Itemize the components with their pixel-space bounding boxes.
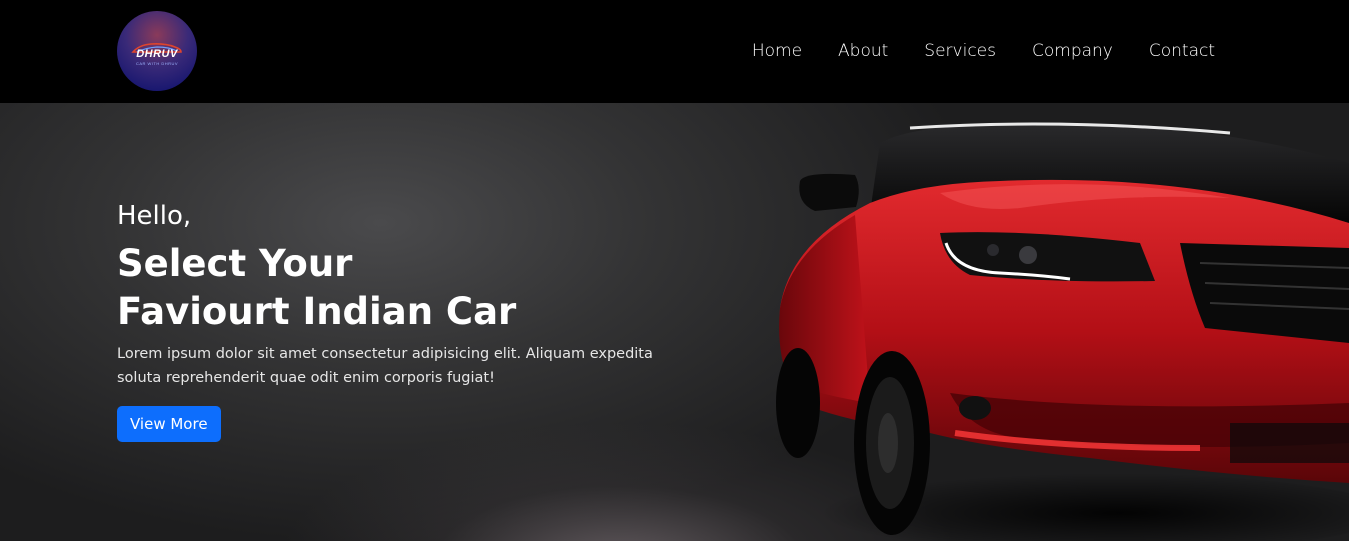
nav-link-about[interactable]: About <box>838 40 888 62</box>
red-car-image <box>776 122 1349 541</box>
hero-headline: Select Your Faviourt Indian Car <box>117 240 697 336</box>
nav-link-company[interactable]: Company <box>1032 40 1113 62</box>
view-more-button[interactable]: View More <box>117 406 221 442</box>
brand-logo[interactable]: DHRUV CAR WITH DHRUV <box>117 11 197 91</box>
logo-text: DHRUV <box>136 48 178 60</box>
hero-description: Lorem ipsum dolor sit amet consectetur a… <box>117 346 653 386</box>
hero-headline-line1: Select Your <box>117 242 353 285</box>
logo-tagline: CAR WITH DHRUV <box>135 61 179 66</box>
nav-link-services[interactable]: Services <box>924 40 996 62</box>
nav-link-contact[interactable]: Contact <box>1149 40 1215 62</box>
main-nav: Home About Services Company Contact <box>752 40 1215 62</box>
hero-section: Hello, Select Your Faviourt Indian Car L… <box>0 103 1349 541</box>
nav-link-home[interactable]: Home <box>752 40 802 62</box>
hero-greeting: Hello, <box>117 201 192 231</box>
navbar: DHRUV CAR WITH DHRUV Home About Services… <box>0 0 1349 103</box>
hero-headline-line2: Faviourt Indian Car <box>117 290 517 333</box>
hero-content: Hello, Select Your Faviourt Indian Car L… <box>117 200 697 442</box>
